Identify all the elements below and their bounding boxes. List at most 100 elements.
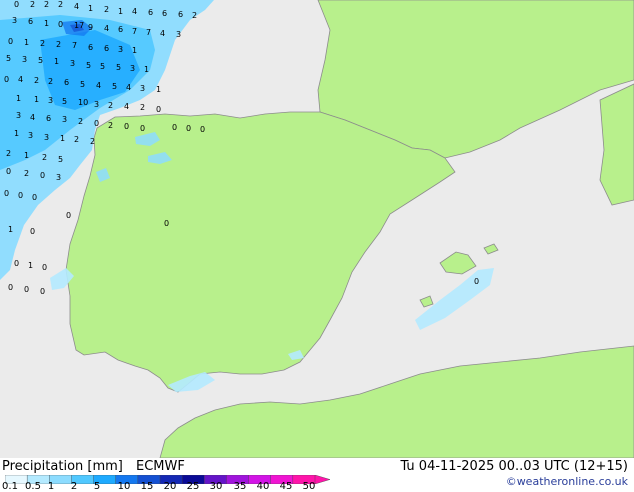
precip-value-label: 4 bbox=[18, 75, 23, 84]
precip-value-label: 3 bbox=[56, 173, 61, 182]
legend-tick-label: 2 bbox=[70, 481, 78, 492]
precip-value-label: 1 bbox=[16, 94, 21, 103]
precip-value-label: 7 bbox=[132, 27, 137, 36]
precip-value-label: 7 bbox=[146, 28, 151, 37]
precip-value-label: 5 bbox=[100, 62, 105, 71]
precip-value-label: 0 bbox=[30, 227, 35, 236]
precip-value-label: 2 bbox=[74, 135, 79, 144]
precip-value-label: 2 bbox=[78, 117, 83, 126]
precip-value-label: 2 bbox=[108, 101, 113, 110]
precip-value-label: 17 bbox=[74, 21, 84, 30]
legend-tick-label: 5 bbox=[93, 481, 101, 492]
precip-value-label: 1 bbox=[54, 57, 59, 66]
legend-tick-label: 15 bbox=[140, 481, 154, 492]
precip-value-label: 3 bbox=[62, 115, 67, 124]
legend-tick-label: 35 bbox=[233, 481, 247, 492]
precip-value-label: 0 bbox=[4, 75, 9, 84]
legend-tick-label: 1 bbox=[47, 481, 55, 492]
precip-value-label: 5 bbox=[62, 97, 67, 106]
precip-value-label: 5 bbox=[38, 56, 43, 65]
precip-value-label: 4 bbox=[132, 7, 137, 16]
precip-value-label: 4 bbox=[160, 29, 165, 38]
precip-value-label: 1 bbox=[14, 129, 19, 138]
precip-value-label: 1 bbox=[28, 261, 33, 270]
precip-value-label: 1 bbox=[132, 46, 137, 55]
precip-value-label: 0 bbox=[66, 211, 71, 220]
legend-tick-label: 0.1 bbox=[2, 481, 18, 492]
precip-value-label: 1 bbox=[156, 85, 161, 94]
legend-tick-label: 25 bbox=[186, 481, 200, 492]
precip-value-label: 0 bbox=[18, 191, 23, 200]
precip-value-label: 6 bbox=[162, 9, 167, 18]
precip-value-label: 9 bbox=[88, 23, 93, 32]
precip-value-label: 0 bbox=[8, 37, 13, 46]
precip-value-label: 1 bbox=[144, 65, 149, 74]
precip-value-label: 1 bbox=[88, 4, 93, 13]
precip-value-label: 2 bbox=[90, 137, 95, 146]
precip-value-label: 0 bbox=[24, 285, 29, 294]
precip-value-label: 4 bbox=[126, 83, 131, 92]
precip-value-label: 3 bbox=[28, 131, 33, 140]
precip-value-label: 5 bbox=[80, 80, 85, 89]
precip-value-label: 6 bbox=[104, 44, 109, 53]
precip-value-label: 2 bbox=[104, 5, 109, 14]
precip-value-label: 1 bbox=[24, 151, 29, 160]
precip-value-label: 3 bbox=[176, 30, 181, 39]
precip-value-label: 4 bbox=[104, 24, 109, 33]
precip-value-label: 2 bbox=[108, 121, 113, 130]
precip-value-label: 3 bbox=[44, 133, 49, 142]
precip-value-label: 3 bbox=[16, 111, 21, 120]
precip-value-label: 2 bbox=[56, 40, 61, 49]
precip-value-label: 0 bbox=[186, 124, 191, 133]
precip-value-label: 3 bbox=[130, 64, 135, 73]
precip-value-label: 5 bbox=[112, 82, 117, 91]
precip-value-label: 4 bbox=[96, 81, 101, 90]
credit-link[interactable]: ©weatheronline.co.uk bbox=[506, 475, 628, 488]
map-canvas: 0 2 2 2 4 1 2 1 4 6 6 6 23 6 1 0 17 9 4 6 7 7 4 30 1 2 2 7 6 6 3 15 3 5 1 3… bbox=[0, 0, 634, 458]
precipitation-map: 0 2 2 2 4 1 2 1 4 6 6 6 2 3 6 1 0 17 9 4 6 7 7 4 3 0 1 2 2 7 6 6 3 1 5 3 5 1 3… bbox=[0, 0, 634, 458]
precip-value-label: 2 bbox=[24, 169, 29, 178]
precip-value-label: 5 bbox=[116, 63, 121, 72]
precip-value-label: 2 bbox=[6, 149, 11, 158]
precip-value-label: 4 bbox=[124, 102, 129, 111]
precip-value-label: 0 bbox=[14, 259, 19, 268]
precip-value-label: 1 bbox=[118, 7, 123, 16]
model-name: ECMWF bbox=[136, 459, 185, 474]
precip-value-label: 0 bbox=[40, 171, 45, 180]
legend-tick-label: 10 bbox=[117, 481, 131, 492]
valid-time: Tu 04-11-2025 00..03 UTC (12+15) bbox=[400, 459, 628, 474]
precip-value-label: 4 bbox=[74, 2, 79, 11]
sardinia-corsica-edge bbox=[599, 83, 634, 206]
precip-value-label: 1 bbox=[34, 95, 39, 104]
precip-value-label: 0 bbox=[164, 219, 169, 228]
precip-value-label: 2 bbox=[58, 0, 63, 9]
precip-value-label: 0 bbox=[40, 287, 45, 296]
precip-value-label: 2 bbox=[140, 103, 145, 112]
precip-value-label: 2 bbox=[192, 11, 197, 20]
precip-value-label: 6 bbox=[148, 8, 153, 17]
precip-value-label: 2 bbox=[44, 0, 49, 9]
precip-value-label: 3 bbox=[12, 16, 17, 25]
precip-value-label: 0 bbox=[94, 119, 99, 128]
precip-value-label: 0 bbox=[140, 124, 145, 133]
precip-value-label: 0 bbox=[124, 122, 129, 131]
legend-tick-label: 40 bbox=[256, 481, 270, 492]
precip-value-label: 0 bbox=[6, 167, 11, 176]
precip-value-label: 1 bbox=[8, 225, 13, 234]
precip-value-label: 2 bbox=[48, 77, 53, 86]
precip-value-label: 10 bbox=[78, 98, 88, 107]
precip-value-label: 6 bbox=[64, 78, 69, 87]
precip-value-label: 5 bbox=[6, 54, 11, 63]
legend-tick-label: 30 bbox=[209, 481, 223, 492]
precip-value-label: 0 bbox=[172, 123, 177, 132]
legend-tick-label: 0.5 bbox=[25, 481, 41, 492]
precip-value-label: 3 bbox=[118, 45, 123, 54]
precip-value-label: 6 bbox=[46, 114, 51, 123]
precip-value-label: 0 bbox=[14, 0, 19, 9]
precip-value-label: 5 bbox=[86, 61, 91, 70]
legend-tick-label: 45 bbox=[279, 481, 293, 492]
precip-value-label: 3 bbox=[48, 96, 53, 105]
precip-value-label: 3 bbox=[22, 55, 27, 64]
precip-value-label: 0 bbox=[8, 283, 13, 292]
precip-value-label: 5 bbox=[58, 155, 63, 164]
